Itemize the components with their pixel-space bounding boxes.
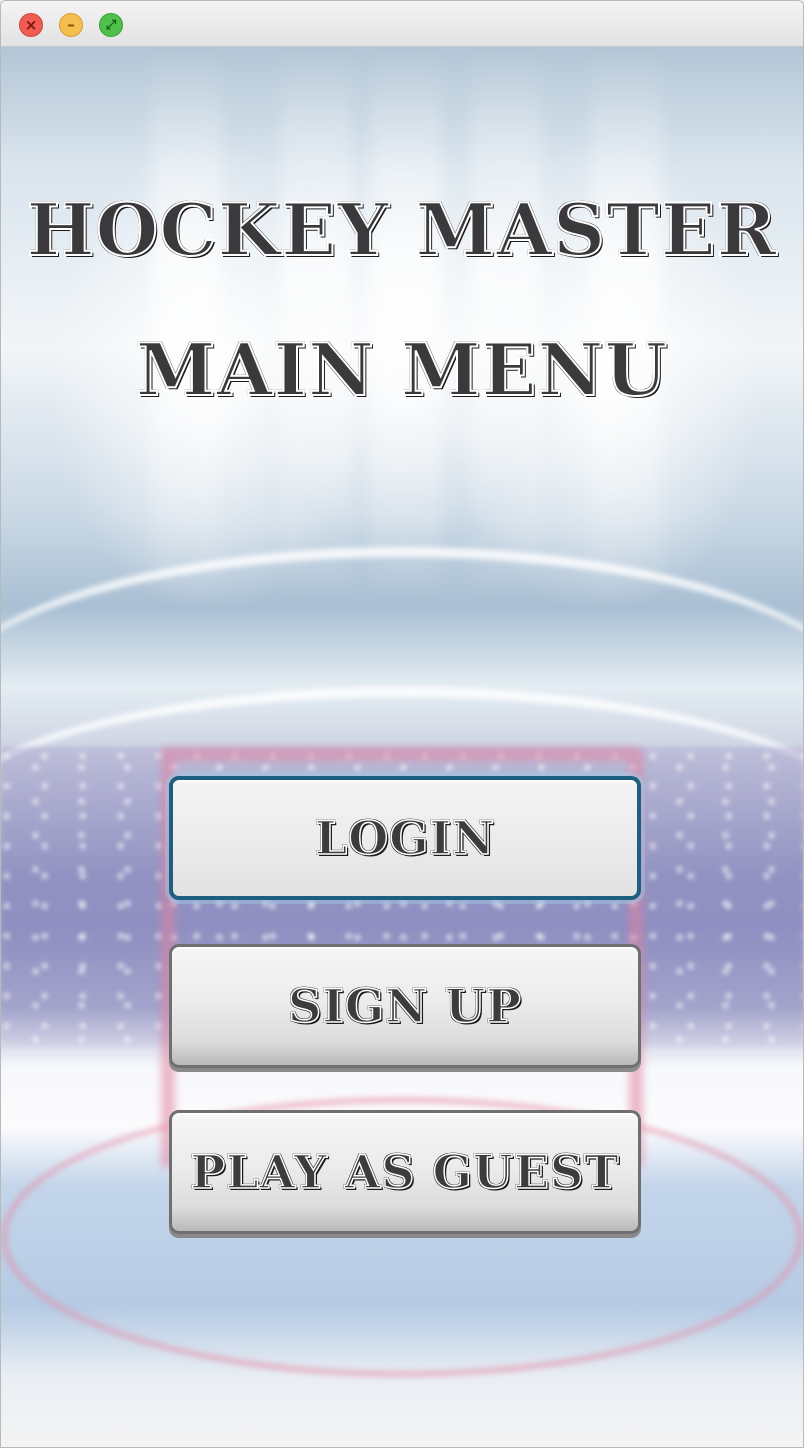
app-window: × – ⤢ HOCKEY MASTER MAIN MENU LOGIN SIGN…	[0, 0, 804, 1448]
minimize-icon[interactable]: –	[59, 13, 83, 37]
title-bar: × – ⤢	[1, 1, 803, 47]
maximize-icon[interactable]: ⤢	[99, 13, 123, 37]
login-button[interactable]: LOGIN	[169, 776, 641, 900]
arena-background: HOCKEY MASTER MAIN MENU	[1, 47, 803, 1447]
login-button-label: LOGIN	[314, 810, 496, 866]
sign-up-button-label: SIGN UP	[287, 978, 522, 1034]
play-as-guest-button[interactable]: PLAY AS GUEST	[169, 1110, 641, 1234]
sign-up-button[interactable]: SIGN UP	[169, 944, 641, 1068]
app-title: HOCKEY MASTER	[26, 186, 778, 273]
menu-title: MAIN MENU	[135, 326, 669, 413]
close-icon[interactable]: ×	[19, 13, 43, 37]
play-as-guest-button-label: PLAY AS GUEST	[190, 1144, 620, 1200]
